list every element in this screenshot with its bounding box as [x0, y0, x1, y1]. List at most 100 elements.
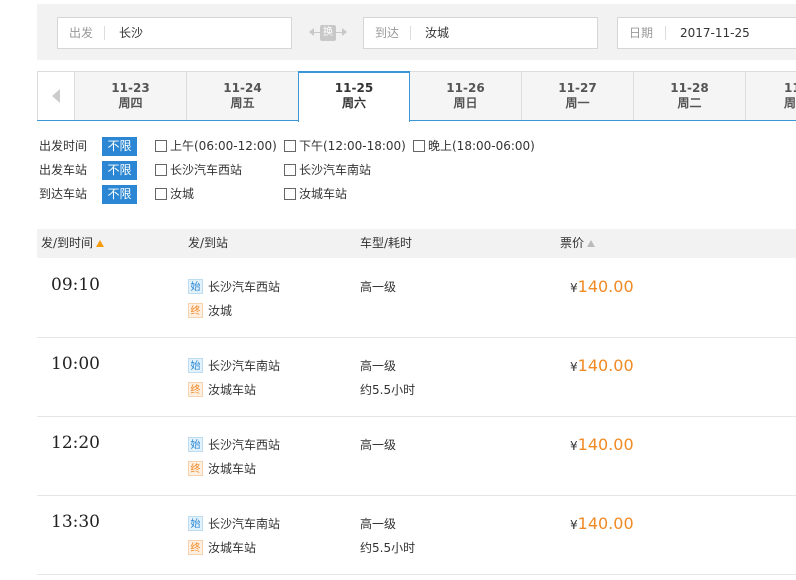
date-label: 日期: [629, 26, 654, 40]
filter-time: 出发时间 不限 上午(06:00-12:00) 下午(12:00-18:00) …: [37, 136, 796, 156]
price: ¥140.00: [570, 434, 634, 457]
option-label: 晚上(18:00-06:00): [428, 139, 535, 153]
bus-type: 高一级: [360, 517, 397, 531]
end-badge: 终: [188, 461, 203, 476]
option-label: 汝城: [170, 187, 195, 201]
checkbox[interactable]: [413, 140, 425, 152]
price: ¥140.00: [570, 355, 634, 378]
table-row[interactable]: 09:10 始 长沙汽车西站 终 汝城 高一级 ¥140.00: [37, 259, 796, 338]
sort-up-icon: [587, 240, 596, 247]
sort-by-price[interactable]: 票价: [560, 229, 596, 258]
tab-date: 11-25: [334, 81, 374, 95]
table-row[interactable]: 12:20 始 长沙汽车西站 终 汝城车站 高一级 ¥140.00: [37, 417, 796, 496]
from-input[interactable]: 长沙: [119, 18, 143, 48]
date-field[interactable]: 日期 2017-11-25: [617, 17, 796, 49]
checkbox[interactable]: [284, 188, 296, 200]
from-label: 出发: [69, 26, 94, 40]
date-tab[interactable]: 11 周: [746, 71, 796, 120]
checkbox[interactable]: [155, 140, 167, 152]
to-input[interactable]: 汝城: [425, 18, 449, 48]
tab-date: 11-27: [558, 81, 597, 95]
currency: ¥: [570, 439, 578, 453]
no-limit-button[interactable]: 不限: [102, 185, 137, 204]
station-name: 长沙汽车南站: [208, 517, 281, 531]
date-tab[interactable]: 11-27 周一: [522, 71, 634, 120]
tab-date: 11-24: [223, 81, 262, 95]
depart-time: 10:00: [51, 354, 100, 374]
end-badge: 终: [188, 303, 203, 318]
no-limit-button[interactable]: 不限: [102, 137, 137, 156]
start-badge: 始: [188, 437, 203, 452]
header-station: 发/到站: [188, 236, 229, 250]
checkbox[interactable]: [284, 140, 296, 152]
table-row[interactable]: 13:30 始 长沙汽车南站 终 汝城车站 高一级 约5.5小时 ¥140.00: [37, 496, 796, 575]
tab-date: 11-26: [446, 81, 485, 95]
to-label: 到达: [375, 26, 400, 40]
end-badge: 终: [188, 540, 203, 555]
depart-time: 12:20: [51, 433, 100, 453]
date-tab[interactable]: 11-23 周四: [75, 71, 187, 120]
to-field[interactable]: 到达 汝城: [363, 17, 598, 49]
date-tab[interactable]: 11-26 周日: [410, 71, 522, 120]
station-name: 长沙汽车西站: [208, 438, 281, 452]
divider: [104, 26, 105, 40]
duration: 约5.5小时: [360, 541, 416, 555]
duration: 约5.5小时: [360, 383, 416, 397]
swap-button[interactable]: 换: [309, 25, 347, 41]
tab-weekday: 周五: [230, 96, 255, 110]
no-limit-button[interactable]: 不限: [102, 161, 137, 180]
option-label: 下午(12:00-18:00): [299, 139, 406, 153]
date-input[interactable]: 2017-11-25: [680, 18, 750, 48]
date-tabs: 11-23 周四 11-24 周五 11-25 周六 11-26 周日 11-2…: [37, 71, 796, 122]
table-header: 发/到时间 发/到站 车型/耗时 票价: [37, 229, 796, 258]
divider: [410, 26, 411, 40]
tab-weekday: 周: [784, 96, 796, 110]
checkbox[interactable]: [155, 164, 167, 176]
date-tab[interactable]: 11-28 周二: [634, 71, 746, 120]
checkbox[interactable]: [284, 164, 296, 176]
price-value: 140.00: [577, 277, 634, 296]
option-label: 长沙汽车西站: [170, 163, 243, 177]
filter-arrive-station: 到达车站 不限 汝城 汝城车站: [37, 184, 796, 204]
price-value: 140.00: [577, 514, 634, 533]
prev-dates-button[interactable]: [37, 71, 75, 120]
sort-up-icon: [96, 240, 105, 247]
station-name: 长沙汽车南站: [208, 359, 281, 373]
tab-weekday: 周一: [565, 96, 590, 110]
chevron-left-icon: [52, 89, 60, 103]
tab-date: 11-28: [670, 81, 709, 95]
filter-depart-station: 出发车站 不限 长沙汽车西站 长沙汽车南站: [37, 160, 796, 180]
search-bar: 出发 长沙 换 到达 汝城 日期 2017-11-25: [37, 4, 796, 60]
arrow-left-icon: [309, 28, 314, 36]
depart-time: 09:10: [51, 275, 100, 295]
checkbox[interactable]: [155, 188, 167, 200]
option-label: 长沙汽车南站: [299, 163, 372, 177]
price: ¥140.00: [570, 513, 634, 536]
tab-weekday: 周日: [453, 96, 478, 110]
start-badge: 始: [188, 358, 203, 373]
date-tab-active[interactable]: 11-25 周六: [298, 71, 410, 122]
divider: [665, 26, 666, 40]
currency: ¥: [570, 518, 578, 532]
table-row[interactable]: 10:00 始 长沙汽车南站 终 汝城车站 高一级 约5.5小时 ¥140.00: [37, 338, 796, 417]
bus-type: 高一级: [360, 359, 397, 373]
currency: ¥: [570, 360, 578, 374]
filter-label: 到达车站: [39, 187, 88, 201]
station-name: 汝城车站: [208, 462, 257, 476]
depart-time: 13:30: [51, 512, 100, 532]
from-field[interactable]: 出发 长沙: [57, 17, 292, 49]
station-name: 汝城车站: [208, 383, 257, 397]
filter-label: 出发车站: [39, 163, 88, 177]
price: ¥140.00: [570, 276, 634, 299]
station-name: 长沙汽车西站: [208, 280, 281, 294]
station-name: 汝城车站: [208, 541, 257, 555]
tab-date: 11-23: [111, 81, 150, 95]
header-type: 车型/耗时: [360, 236, 413, 250]
filter-label: 出发时间: [39, 139, 88, 153]
sort-by-time[interactable]: 发/到时间: [41, 229, 105, 258]
header-price: 票价: [560, 236, 585, 250]
tab-date: 11: [784, 81, 796, 95]
date-tab[interactable]: 11-24 周五: [187, 71, 299, 120]
option-label: 上午(06:00-12:00): [170, 139, 277, 153]
station-name: 汝城: [208, 304, 233, 318]
